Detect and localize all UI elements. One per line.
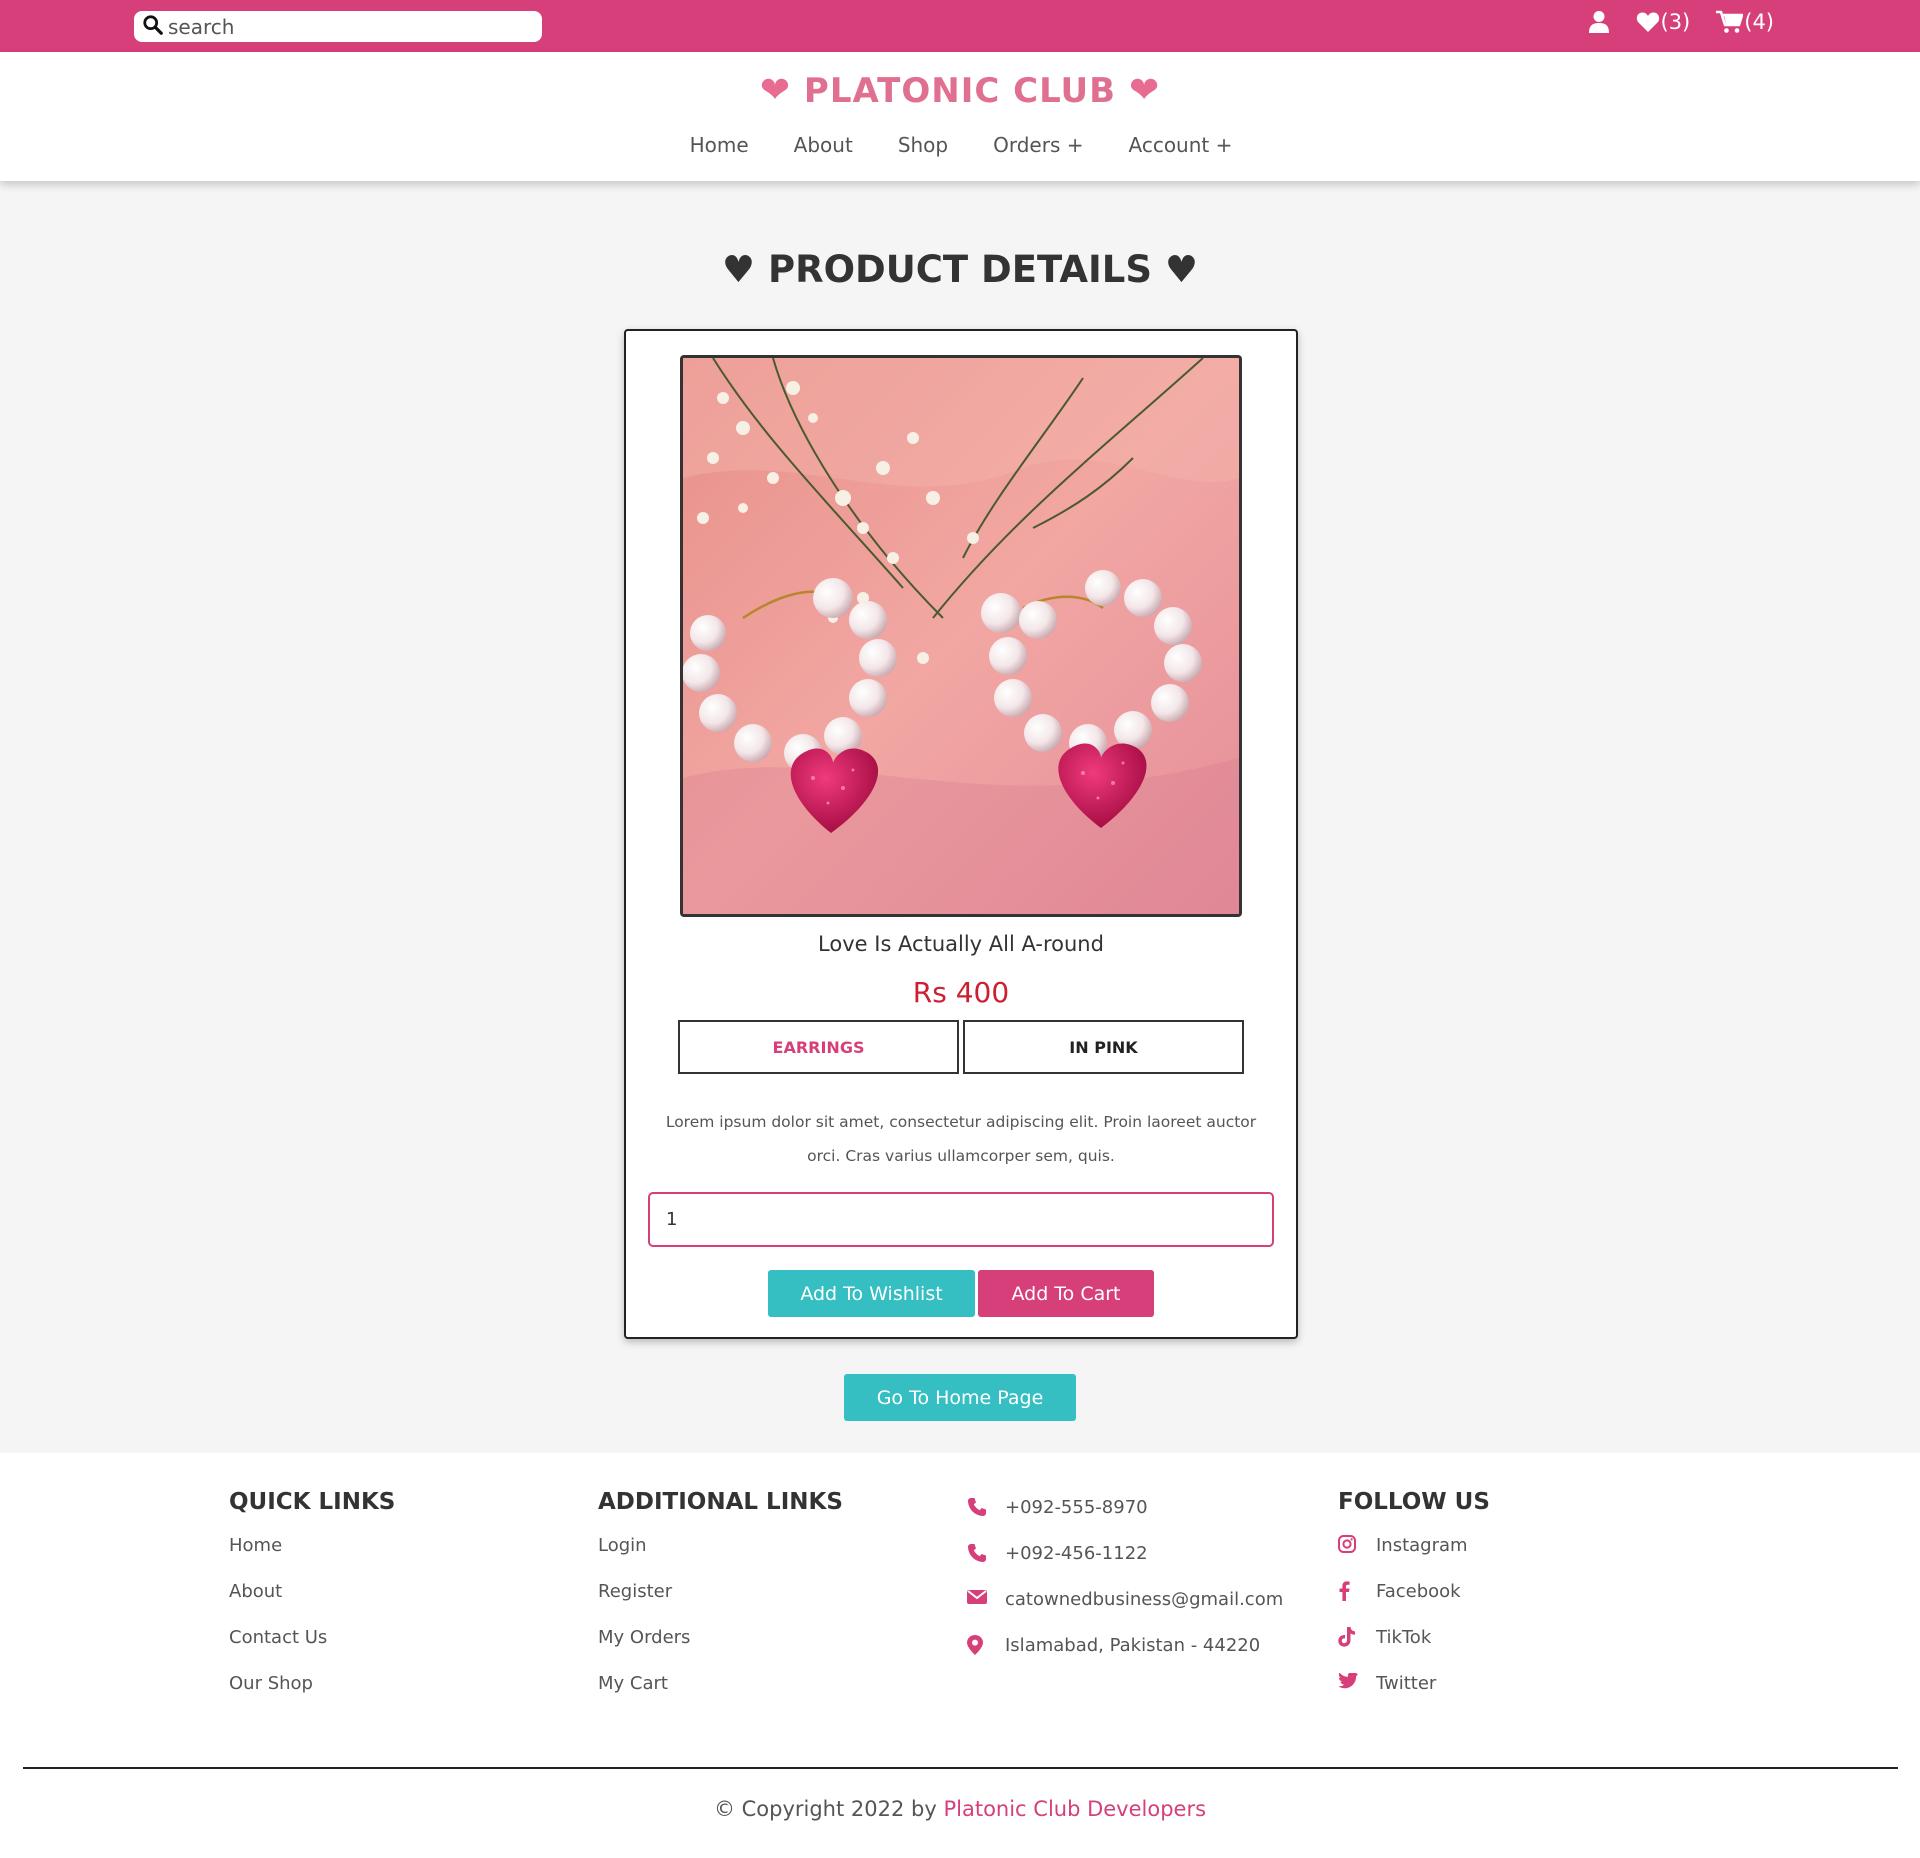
- twitter-icon: [1338, 1673, 1362, 1690]
- footer-link-home[interactable]: Home: [229, 1535, 395, 1581]
- site-header: ❤ PLATONIC CLUB ❤ Home About Shop Orders…: [0, 52, 1920, 181]
- contact-phone-1-text: +092-555-8970: [1005, 1497, 1148, 1518]
- product-category-tag[interactable]: EARRINGS: [678, 1020, 959, 1074]
- page-title: ♥ PRODUCT DETAILS ♥: [721, 248, 1199, 291]
- search-icon[interactable]: [142, 14, 164, 40]
- nav-orders[interactable]: Orders +: [993, 133, 1083, 157]
- add-to-wishlist-button[interactable]: Add To Wishlist: [768, 1270, 975, 1317]
- contact-phone-2-text: +092-456-1122: [1005, 1543, 1148, 1564]
- nav-about[interactable]: About: [794, 133, 853, 157]
- search-box[interactable]: [134, 11, 542, 42]
- product-image: [680, 355, 1242, 917]
- cart-count: (4): [1744, 10, 1774, 34]
- heart-icon: ❤: [1128, 70, 1161, 111]
- contact-info: +092-555-8970 +092-456-1122 catownedbusi…: [967, 1489, 1283, 1681]
- footer-link-my-cart[interactable]: My Cart: [598, 1673, 843, 1719]
- product-card: Love Is Actually All A-round Rs 400 EARR…: [624, 329, 1298, 1339]
- footer-link-my-orders[interactable]: My Orders: [598, 1627, 843, 1673]
- wishlist-count: (3): [1660, 10, 1691, 34]
- add-to-cart-button[interactable]: Add To Cart: [978, 1270, 1154, 1317]
- cart-link[interactable]: (4): [1716, 10, 1774, 34]
- nav-account[interactable]: Account +: [1129, 133, 1233, 157]
- social-facebook[interactable]: Facebook: [1338, 1581, 1490, 1627]
- facebook-icon: [1338, 1581, 1362, 1601]
- footer-link-login[interactable]: Login: [598, 1535, 843, 1581]
- follow-us: FOLLOW US Instagram Facebook TikTok Twit…: [1338, 1489, 1490, 1719]
- footer-link-shop[interactable]: Our Shop: [229, 1673, 395, 1719]
- quick-links-title: QUICK LINKS: [229, 1489, 396, 1515]
- social-facebook-label: Facebook: [1376, 1581, 1461, 1602]
- copyright: © Copyright 2022 by Platonic Club Develo…: [0, 1797, 1920, 1821]
- nav-shop[interactable]: Shop: [898, 133, 948, 157]
- phone-icon: [967, 1497, 991, 1517]
- copyright-brand-link[interactable]: Platonic Club Developers: [943, 1797, 1206, 1821]
- heart-icon: [1636, 12, 1659, 32]
- quantity-input[interactable]: [648, 1192, 1274, 1247]
- follow-us-title: FOLLOW US: [1338, 1489, 1490, 1515]
- brand-name: PLATONIC CLUB: [803, 71, 1117, 111]
- product-name: Love Is Actually All A-round: [818, 932, 1104, 956]
- wishlist-link[interactable]: (3): [1636, 10, 1691, 34]
- product-price: Rs 400: [912, 976, 1010, 1009]
- search-input[interactable]: [168, 14, 528, 39]
- copyright-text: © Copyright 2022 by: [713, 1797, 937, 1821]
- contact-email[interactable]: catownedbusiness@gmail.com: [967, 1589, 1283, 1635]
- contact-email-text: catownedbusiness@gmail.com: [1005, 1589, 1284, 1610]
- additional-links-title: ADDITIONAL LINKS: [598, 1489, 843, 1515]
- mail-icon: [967, 1589, 991, 1605]
- contact-address: Islamabad, Pakistan - 44220: [967, 1635, 1283, 1681]
- social-instagram-label: Instagram: [1376, 1535, 1468, 1556]
- social-twitter-label: Twitter: [1376, 1673, 1437, 1694]
- nav-home[interactable]: Home: [690, 133, 749, 157]
- user-icon: [1588, 11, 1609, 33]
- heart-icon: ❤: [759, 70, 792, 111]
- site-logo[interactable]: ❤ PLATONIC CLUB ❤: [0, 70, 1920, 111]
- location-icon: [967, 1635, 991, 1655]
- product-color-tag: IN PINK: [963, 1020, 1244, 1074]
- contact-phone-2[interactable]: +092-456-1122: [967, 1543, 1283, 1589]
- contact-phone-1[interactable]: +092-555-8970: [967, 1497, 1283, 1543]
- phone-icon: [967, 1543, 991, 1563]
- quick-links: QUICK LINKS Home About Contact Us Our Sh…: [229, 1489, 395, 1719]
- product-description: Lorem ipsum dolor sit amet, consectetur …: [665, 1113, 1257, 1165]
- main-nav: Home About Shop Orders + Account +: [0, 133, 1920, 157]
- instagram-icon: [1338, 1535, 1362, 1553]
- footer-link-contact[interactable]: Contact Us: [229, 1627, 395, 1673]
- footer-link-about[interactable]: About: [229, 1581, 395, 1627]
- tiktok-icon: [1338, 1627, 1362, 1647]
- footer-divider: [23, 1767, 1898, 1769]
- account-link[interactable]: [1588, 10, 1610, 34]
- top-bar: (3) (4): [0, 0, 1920, 52]
- go-home-button[interactable]: Go To Home Page: [844, 1374, 1076, 1421]
- cart-icon: [1716, 10, 1744, 33]
- social-instagram[interactable]: Instagram: [1338, 1535, 1490, 1581]
- additional-links: ADDITIONAL LINKS Login Register My Order…: [598, 1489, 843, 1719]
- social-tiktok-label: TikTok: [1376, 1627, 1432, 1648]
- contact-address-text: Islamabad, Pakistan - 44220: [1005, 1635, 1261, 1656]
- social-twitter[interactable]: Twitter: [1338, 1673, 1490, 1719]
- social-tiktok[interactable]: TikTok: [1338, 1627, 1490, 1673]
- footer-link-register[interactable]: Register: [598, 1581, 843, 1627]
